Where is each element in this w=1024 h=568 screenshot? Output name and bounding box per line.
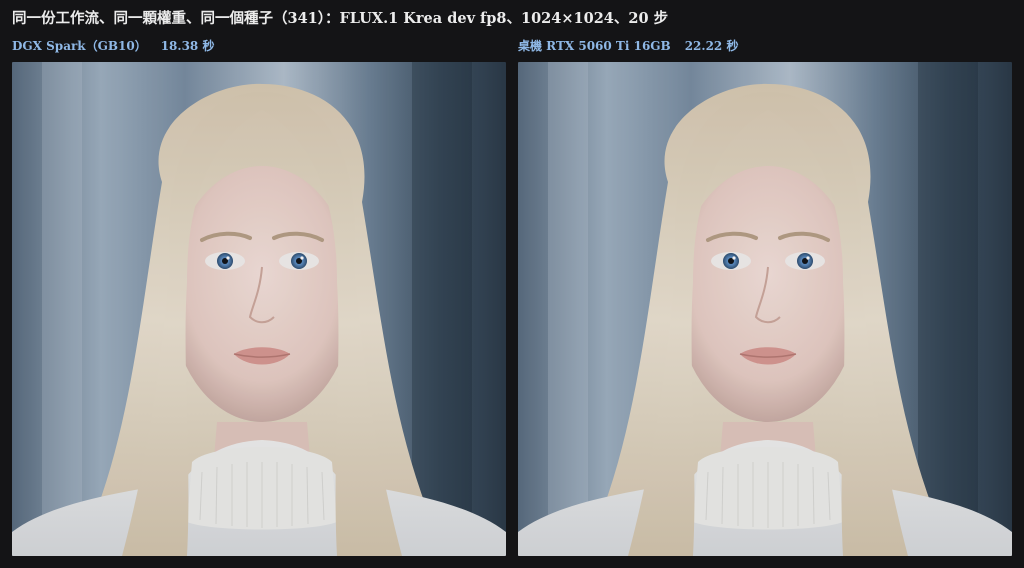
render-time: 18.38 秒: [160, 39, 215, 53]
portrait-illustration: [518, 62, 1012, 556]
panel-caption: DGX Spark（GB10） 18.38 秒: [12, 36, 506, 56]
comparison-panel-dgx: DGX Spark（GB10） 18.38 秒: [12, 36, 506, 556]
portrait-illustration: [12, 62, 506, 556]
page-title: 同一份工作流、同一顆權重、同一個種子（341）：FLUX.1 Krea dev …: [12, 10, 669, 27]
comparison-panel-rtx: 桌機 RTX 5060 Ti 16GB 22.22 秒: [518, 36, 1012, 556]
panel-caption: 桌機 RTX 5060 Ti 16GB 22.22 秒: [518, 36, 1012, 56]
device-label: DGX Spark（GB10）: [12, 39, 147, 53]
render-time: 22.22 秒: [684, 39, 739, 53]
portrait-image: [12, 62, 506, 556]
device-label: 桌機 RTX 5060 Ti 16GB: [518, 39, 671, 53]
portrait-image: [518, 62, 1012, 556]
